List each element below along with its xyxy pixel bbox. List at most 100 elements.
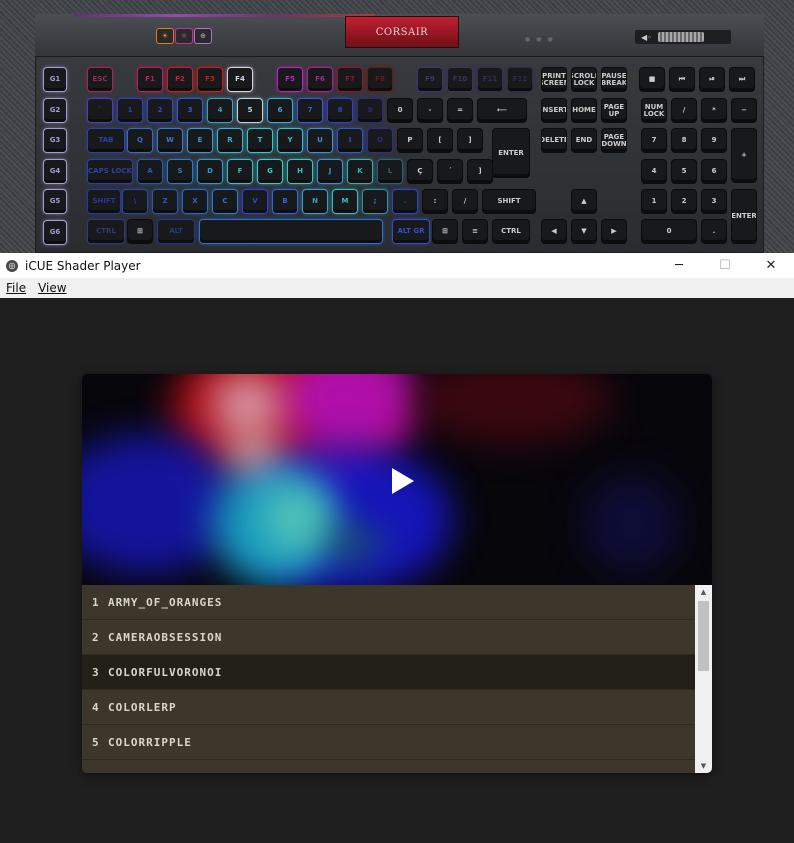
z-key-7: N (303, 190, 327, 213)
a-key-15: 6 (702, 160, 726, 183)
a-key-11: ´ (438, 160, 462, 183)
q-key-2: W (158, 129, 182, 152)
q-key-0: TAB (88, 129, 124, 152)
rgb-light-bar (75, 14, 375, 17)
z-key-12: / (453, 190, 477, 213)
z-key-13: SHIFT (483, 190, 535, 213)
q-key-20: + (732, 129, 756, 182)
shader-player-card: 1 ARMY_OF_ORANGES 2 CAMERAOBSESSION 3 COLOR… (82, 374, 712, 773)
volume-control: ◀◦ (635, 30, 731, 44)
list-item-number: 3 (92, 665, 100, 679)
z-key-6: B (273, 190, 297, 213)
volume-roller (657, 32, 704, 42)
list-item[interactable]: 1 ARMY_OF_ORANGES (82, 585, 695, 620)
list-item-partial[interactable] (82, 760, 695, 773)
ctrl-key-11: 0 (642, 220, 696, 243)
key-13: PRINT SCREEN (542, 68, 566, 91)
q-key-15: END (572, 129, 596, 152)
macro-key: G4 (44, 159, 66, 183)
preview-blob (227, 429, 277, 474)
list-item[interactable]: 4 COLORLERP (82, 690, 695, 725)
scroll-up-button[interactable]: ▲ (695, 585, 712, 599)
a-key-9: L (378, 160, 402, 183)
num-key-15: HOME (572, 99, 596, 122)
minimize-icon: ─ (675, 258, 683, 273)
ctrl-key-2: ALT (158, 220, 194, 243)
q-key-3: E (188, 129, 212, 152)
a-key-10: Ç (408, 160, 432, 183)
maximize-button[interactable]: ☐ (702, 253, 748, 278)
a-key-12: ] (468, 160, 492, 183)
key-12: F12 (508, 68, 532, 91)
z-key-18: ENTER (732, 190, 756, 243)
q-key-18: 8 (672, 129, 696, 152)
preview-blob (322, 524, 382, 564)
list-item-number: 1 (92, 595, 100, 609)
list-scrollbar[interactable]: ▲ ▼ (695, 585, 712, 773)
macro-key: G6 (44, 220, 66, 244)
a-key-13: 4 (642, 160, 666, 183)
menu-view[interactable]: View (32, 281, 72, 295)
key-5: F5 (278, 68, 302, 91)
ctrl-key-1: ⊞ (128, 220, 152, 243)
corsair-logo: CORSAIR (345, 16, 459, 48)
z-key-3: X (183, 190, 207, 213)
scroll-thumb[interactable] (698, 601, 709, 671)
num-key-9: 9 (358, 99, 382, 122)
macro-key: G1 (44, 68, 66, 91)
q-key-1: Q (128, 129, 152, 152)
q-key-11: [ (428, 129, 452, 152)
num-key-12: = (448, 99, 472, 122)
list-item-selected[interactable]: 3 COLORFULVORONOI (82, 655, 695, 690)
list-item-number: 2 (92, 630, 100, 644)
z-key-1: \ (123, 190, 147, 213)
window-titlebar: ◎ iCUE Shader Player ─ ☐ ✕ (0, 253, 794, 278)
close-icon: ✕ (765, 258, 777, 273)
profile-buttons: ☀ ☼ ⊕ (157, 29, 211, 43)
scroll-down-button[interactable]: ▼ (695, 759, 712, 773)
ctrl-key-5: ⊞ (433, 220, 457, 243)
num-key-13: ⟵ (478, 99, 526, 122)
num-key-5: 5 (238, 99, 262, 122)
a-key-2: S (168, 160, 192, 183)
menu-file[interactable]: File (0, 281, 32, 295)
key-14: SCROLL LOCK (572, 68, 596, 91)
preview-blob (212, 374, 282, 434)
num-key-16: PAGE UP (602, 99, 626, 122)
mute-icon: ◀◦ (641, 32, 652, 42)
num-key-10: 0 (388, 99, 412, 122)
chevron-down-icon: ▼ (700, 762, 707, 770)
z-key-14: ▲ (572, 190, 596, 213)
key-6: F6 (308, 68, 332, 91)
menu-file-label: File (6, 281, 27, 295)
z-key-17: 3 (702, 190, 726, 213)
media-key-1: ⏮ (670, 68, 694, 91)
close-button[interactable]: ✕ (748, 253, 794, 278)
ctrl-key-7: CTRL (493, 220, 529, 243)
key-3: F3 (198, 68, 222, 91)
num-key-1: 1 (118, 99, 142, 122)
list-item[interactable]: 2 CAMERAOBSESSION (82, 620, 695, 655)
lock-button: ⊕ (195, 29, 211, 43)
list-item[interactable]: 5 COLORRIPPLE (82, 725, 695, 760)
minimize-button[interactable]: ─ (656, 253, 702, 278)
key-15: PAUSE BREAK (602, 68, 626, 91)
main-area: 1 ARMY_OF_ORANGES 2 CAMERAOBSESSION 3 COLOR… (0, 298, 794, 843)
z-key-15: 1 (642, 190, 666, 213)
macro-key: G3 (44, 129, 66, 152)
a-key-5: G (258, 160, 282, 183)
play-button[interactable] (380, 464, 414, 496)
num-key-11: - (418, 99, 442, 122)
q-key-4: R (218, 129, 242, 152)
z-key-5: V (243, 190, 267, 213)
num-key-17: NUM LOCK (642, 99, 666, 122)
shader-preview[interactable] (82, 374, 712, 585)
ctrl-key-9: ▼ (572, 220, 596, 243)
preview-blob (412, 374, 612, 444)
list-item-name: COLORLERP (108, 700, 177, 714)
num-key-0: ` (88, 99, 112, 122)
q-key-13: ENTER (493, 129, 529, 177)
key-0: ESC (88, 68, 112, 91)
q-key-19: 9 (702, 129, 726, 152)
shader-list[interactable]: 1 ARMY_OF_ORANGES 2 CAMERAOBSESSION 3 COLOR… (82, 585, 695, 773)
